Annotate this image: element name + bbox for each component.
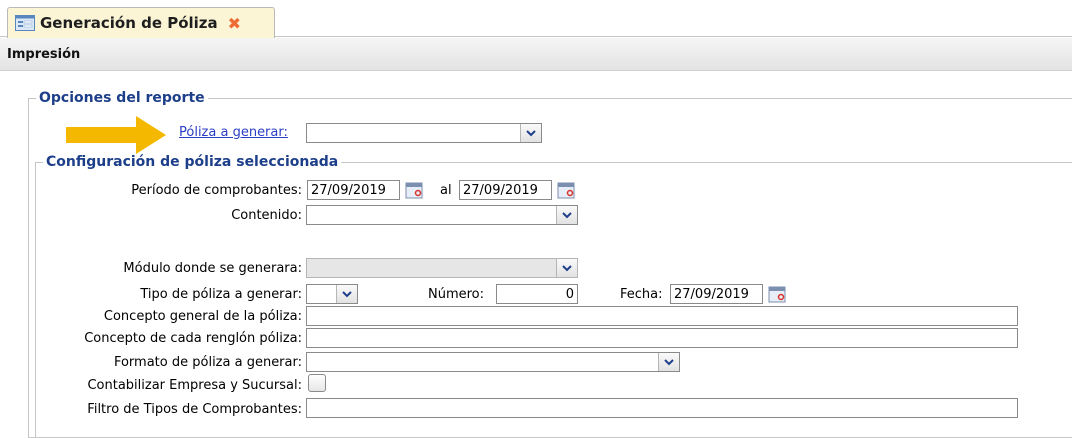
date-input[interactable] <box>670 284 763 304</box>
report-options-legend: Opciones del reporte <box>36 90 208 106</box>
format-select[interactable] <box>306 352 680 372</box>
period-to-label: al <box>440 183 452 198</box>
policy-config-legend: Configuración de póliza seleccionada <box>43 154 342 170</box>
content-select[interactable] <box>306 205 578 225</box>
date-label: Fecha: <box>620 287 663 302</box>
content-label: Contenido: <box>231 208 302 223</box>
row-concept-input[interactable] <box>306 328 1018 348</box>
module-select[interactable] <box>306 258 578 278</box>
period-from-input[interactable] <box>307 180 400 200</box>
chevron-down-icon[interactable] <box>556 259 577 277</box>
policy-type-select[interactable] <box>306 284 358 304</box>
section-header: Impresión <box>0 38 1072 71</box>
policy-type-label: Tipo de póliza a generar: <box>140 287 302 302</box>
account-label: Contabilizar Empresa y Sucursal: <box>87 378 302 393</box>
chevron-down-icon[interactable] <box>336 285 357 303</box>
chevron-down-icon[interactable] <box>556 206 577 224</box>
period-label: Período de comprobantes: <box>131 183 302 198</box>
format-label: Formato de póliza a generar: <box>113 355 302 370</box>
form-icon <box>15 15 35 31</box>
number-label: Número: <box>428 287 485 302</box>
chevron-down-icon[interactable] <box>658 353 679 371</box>
calendar-icon[interactable] <box>556 180 576 200</box>
calendar-icon[interactable] <box>767 284 787 304</box>
calendar-icon[interactable] <box>404 180 424 200</box>
account-checkbox[interactable] <box>308 374 326 392</box>
policy-to-generate-select[interactable] <box>306 123 542 143</box>
filter-input[interactable] <box>306 398 1018 418</box>
arrow-pointer-icon <box>66 116 166 154</box>
tab-title: Generación de Póliza <box>40 14 218 32</box>
policy-to-generate-link[interactable]: Póliza a generar: <box>179 125 288 140</box>
row-concept-label: Concepto de cada renglón póliza: <box>84 331 302 346</box>
close-icon[interactable]: ✖ <box>228 14 241 33</box>
chevron-down-icon[interactable] <box>520 124 541 142</box>
module-label: Módulo donde se generara: <box>123 261 302 276</box>
tab-strip: Generación de Póliza ✖ <box>0 0 1072 38</box>
filter-label: Filtro de Tipos de Comprobantes: <box>87 402 302 417</box>
period-to-input[interactable] <box>459 180 552 200</box>
tab-generacion-poliza[interactable]: Generación de Póliza ✖ <box>7 7 275 38</box>
general-concept-label: Concepto general de la póliza: <box>103 309 302 324</box>
section-title: Impresión <box>7 47 81 62</box>
number-input[interactable] <box>496 284 578 304</box>
general-concept-input[interactable] <box>306 306 1018 326</box>
